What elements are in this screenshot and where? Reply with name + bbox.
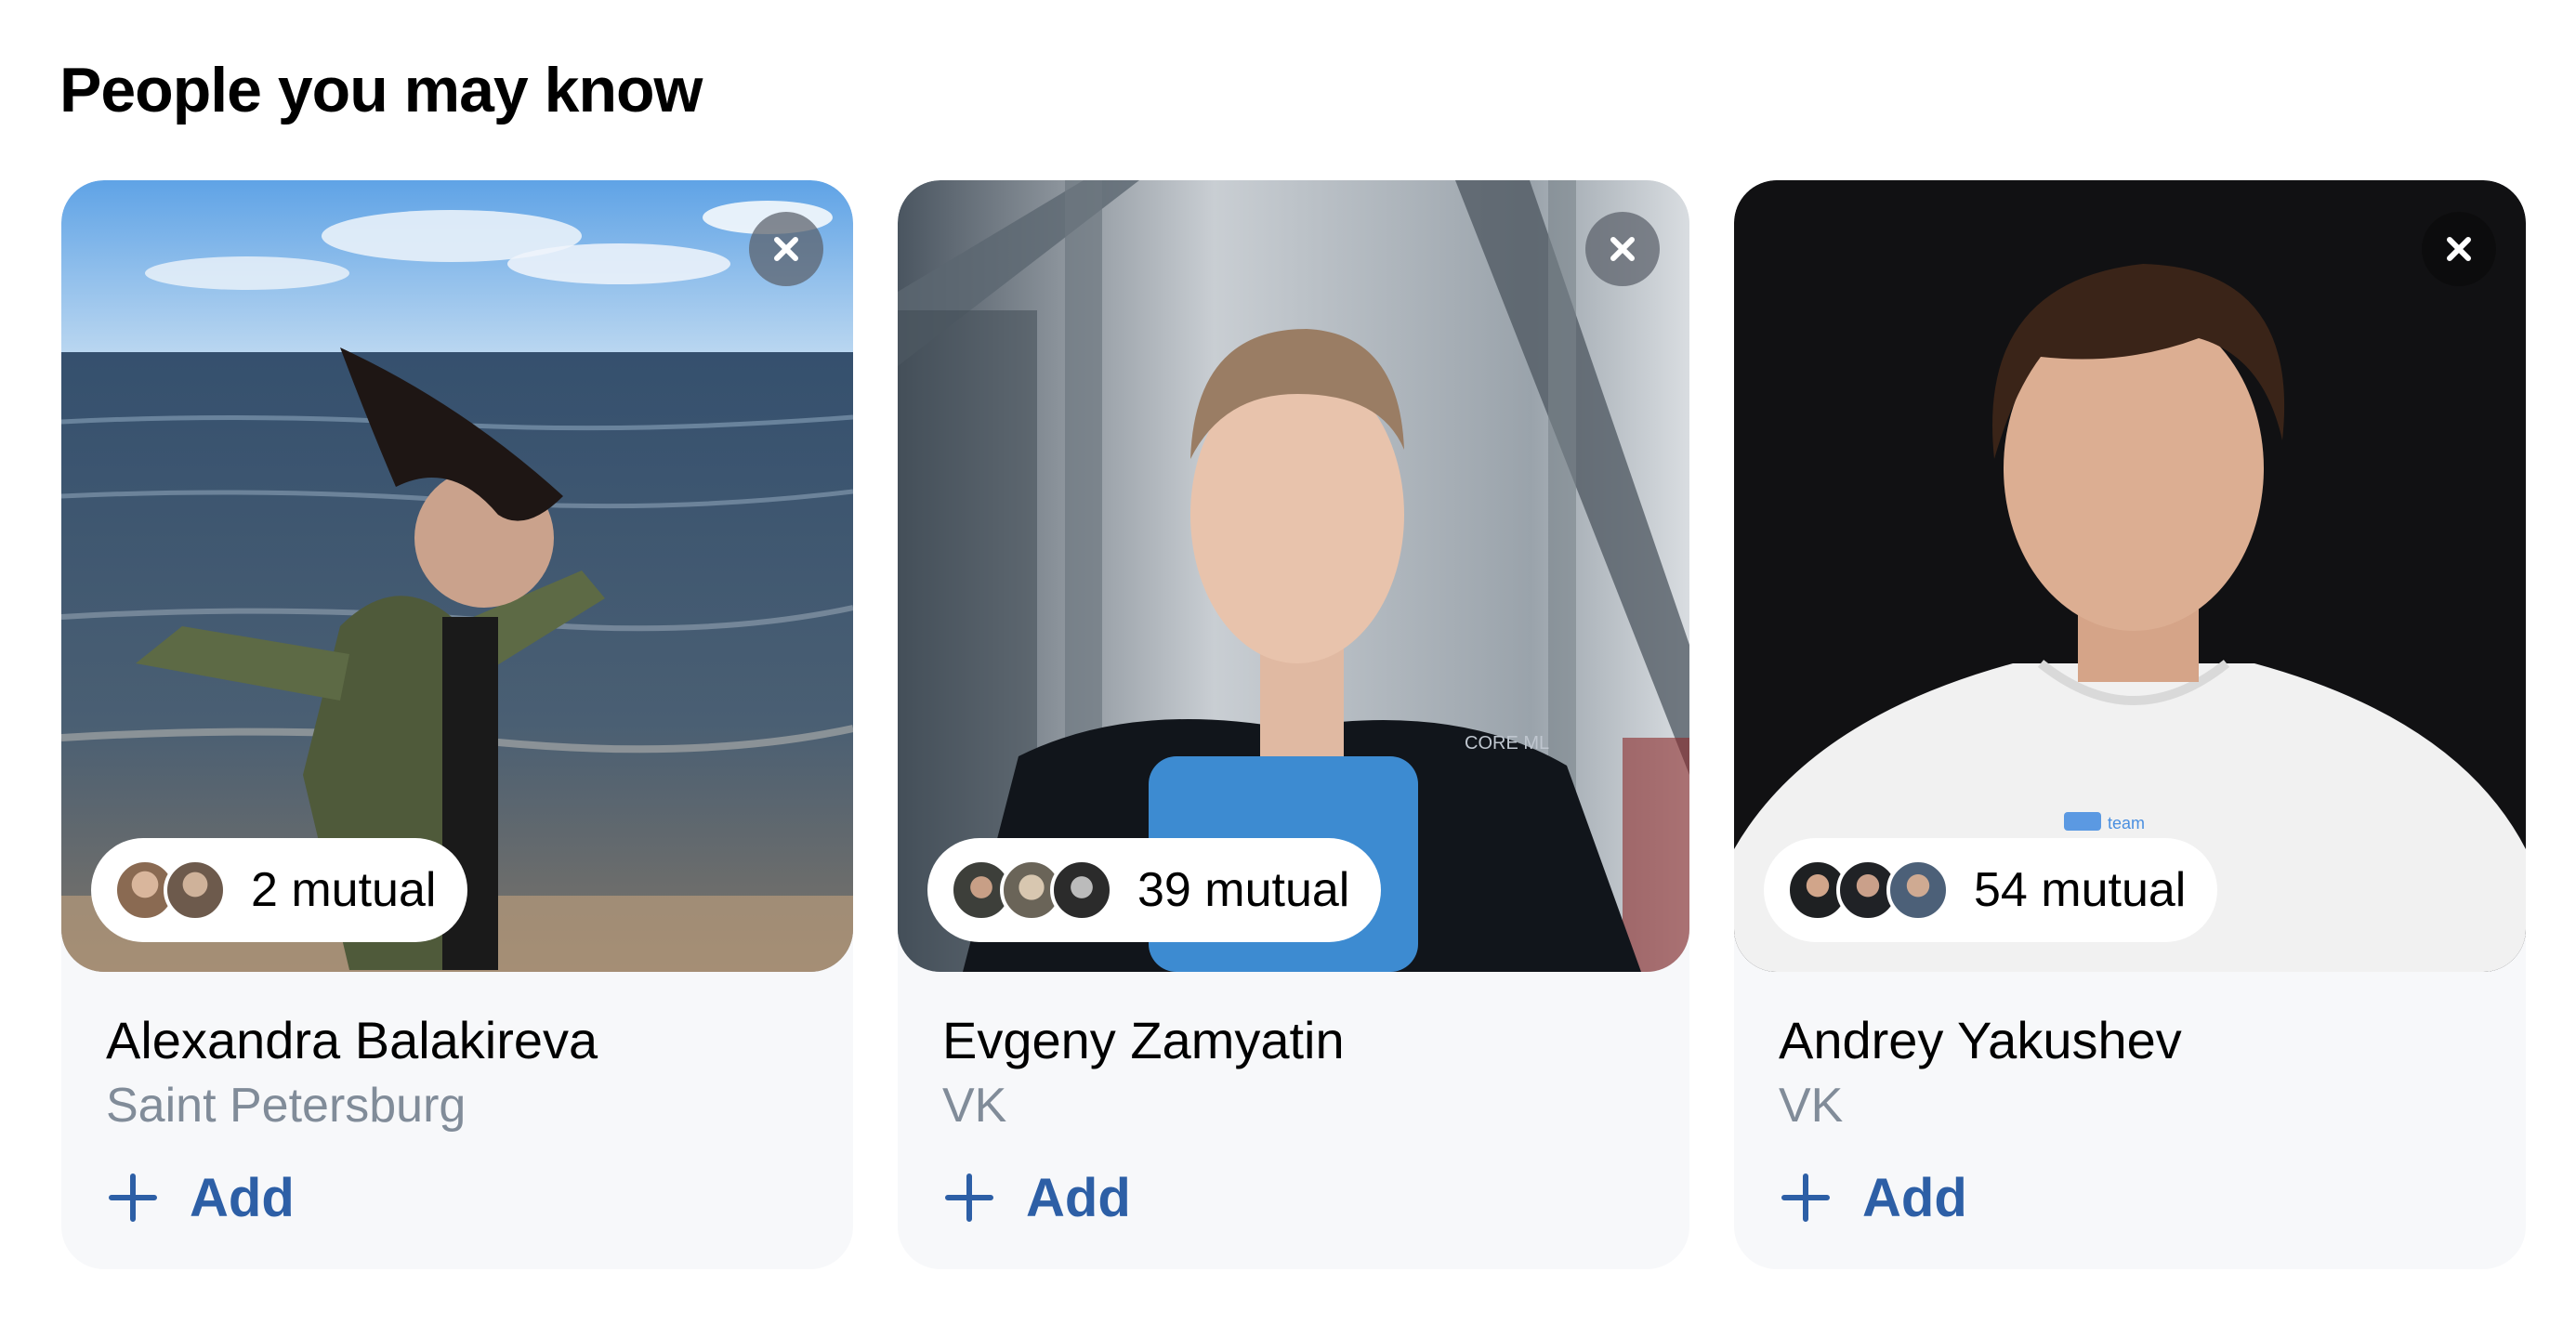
mutual-avatars <box>113 859 227 922</box>
mutual-count: 54 mutual <box>1974 863 2187 917</box>
profile-photo[interactable]: 2 mutual <box>61 180 853 972</box>
people-cards-row: 2 mutual Alexandra Balakireva Saint Pete… <box>61 180 2526 1269</box>
dismiss-button[interactable] <box>1585 212 1660 286</box>
add-friend-button[interactable]: Add <box>108 1167 295 1229</box>
svg-text:team: team <box>2108 814 2145 832</box>
avatar <box>164 859 227 922</box>
mutual-friends-badge[interactable]: 39 mutual <box>927 838 1382 942</box>
mutual-friends-badge[interactable]: 2 mutual <box>91 838 468 942</box>
profile-photo[interactable]: team 54 mutual <box>1734 180 2526 972</box>
plus-icon <box>945 1173 993 1223</box>
mutual-avatars <box>950 859 1113 922</box>
avatar <box>1886 859 1950 922</box>
dismiss-button[interactable] <box>2422 212 2496 286</box>
section-title: People you may know <box>59 55 703 125</box>
close-icon <box>1610 237 1635 261</box>
profile-photo[interactable]: CORE ML 39 mutual <box>898 180 1689 972</box>
person-workplace: VK <box>942 1079 1007 1134</box>
person-workplace: VK <box>1779 1079 1844 1134</box>
mutual-friends-badge[interactable]: 54 mutual <box>1764 838 2218 942</box>
close-icon <box>774 237 798 261</box>
plus-icon <box>109 1173 157 1223</box>
plus-icon <box>1781 1173 1830 1223</box>
mutual-count: 2 mutual <box>251 863 437 917</box>
person-name[interactable]: Evgeny Zamyatin <box>942 1009 1645 1071</box>
close-icon <box>2447 237 2471 261</box>
add-friend-button[interactable]: Add <box>1781 1167 1967 1229</box>
add-button-label: Add <box>190 1167 295 1228</box>
person-location: Saint Petersburg <box>106 1079 467 1134</box>
person-card[interactable]: CORE ML 39 mutual Evgeny Zamyatin VK Add <box>898 180 1689 1269</box>
dismiss-button[interactable] <box>749 212 823 286</box>
person-name[interactable]: Alexandra Balakireva <box>106 1009 808 1071</box>
person-card[interactable]: team 54 mutual Andrey Yakushev VK Add <box>1734 180 2526 1269</box>
add-friend-button[interactable]: Add <box>944 1167 1131 1229</box>
add-button-label: Add <box>1026 1167 1131 1228</box>
add-button-label: Add <box>1862 1167 1967 1228</box>
mutual-count: 39 mutual <box>1137 863 1350 917</box>
person-name[interactable]: Andrey Yakushev <box>1779 1009 2481 1071</box>
avatar <box>1050 859 1113 922</box>
person-card[interactable]: 2 mutual Alexandra Balakireva Saint Pete… <box>61 180 853 1269</box>
mutual-avatars <box>1786 859 1950 922</box>
svg-text:CORE ML: CORE ML <box>1465 733 1549 754</box>
